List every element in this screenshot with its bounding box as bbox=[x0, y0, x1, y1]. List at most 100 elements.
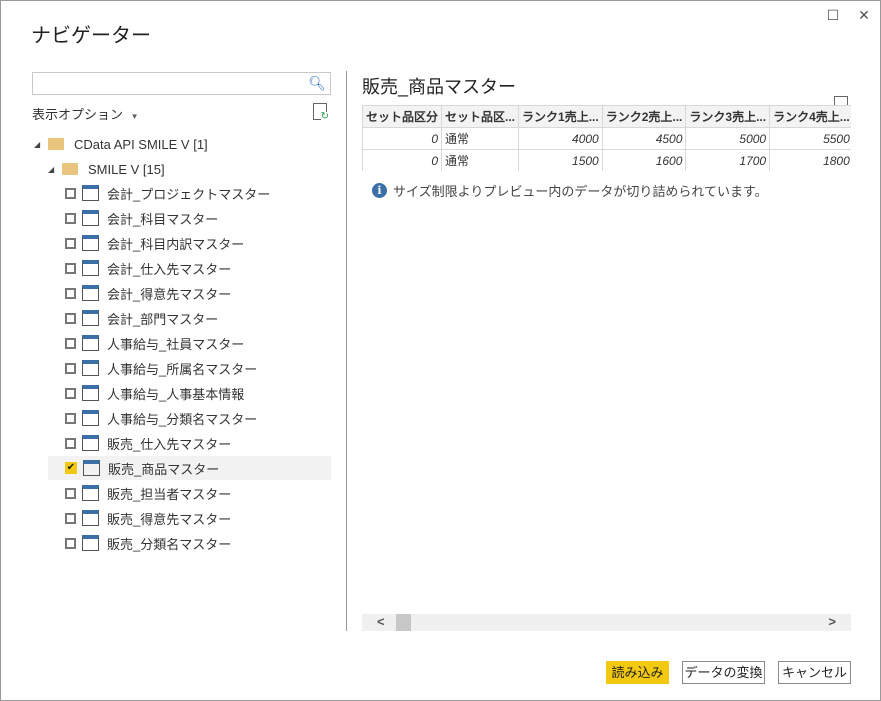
table-icon bbox=[82, 335, 99, 351]
scroll-right-icon[interactable]: > bbox=[828, 614, 836, 629]
tree-item[interactable]: 人事給与_社員マスター bbox=[48, 331, 331, 355]
tree-item[interactable]: 人事給与_所属名マスター bbox=[48, 356, 331, 380]
scroll-left-icon[interactable]: < bbox=[377, 614, 385, 629]
search-icon[interactable]: 🔍︎ bbox=[308, 75, 326, 92]
column-header[interactable]: ランク2売上... bbox=[601, 105, 687, 128]
checkbox[interactable] bbox=[65, 437, 76, 449]
folder-icon bbox=[48, 138, 64, 150]
truncation-notice-text: サイズ制限よりプレビュー内のデータが切り詰められています。 bbox=[393, 184, 768, 199]
horizontal-scrollbar[interactable]: < > bbox=[362, 614, 851, 631]
tree-item-label: 会計_仕入先マスター bbox=[107, 261, 232, 277]
tree-item[interactable]: 会計_科目内訳マスター bbox=[48, 231, 331, 255]
checkbox[interactable] bbox=[65, 212, 76, 224]
tree-item-label: 販売_得意先マスター bbox=[107, 511, 232, 527]
tree-child-label: SMILE V [15] bbox=[88, 161, 165, 177]
checkbox[interactable] bbox=[65, 487, 76, 499]
table-icon bbox=[82, 185, 99, 201]
table-icon bbox=[82, 410, 99, 426]
truncation-notice: i サイズ制限よりプレビュー内のデータが切り詰められています。 bbox=[372, 181, 768, 200]
refresh-icon[interactable]: ↻ bbox=[313, 103, 329, 122]
checkbox[interactable] bbox=[65, 262, 76, 274]
table-cell: 1500 bbox=[518, 149, 603, 171]
column-header[interactable]: ランク3売上... bbox=[685, 105, 771, 128]
column-header[interactable]: ランク1売上... bbox=[518, 105, 603, 128]
table-icon bbox=[82, 235, 99, 251]
table-cell: 1600 bbox=[601, 149, 687, 171]
tree-item-label: 会計_得意先マスター bbox=[107, 286, 232, 302]
tree-item-label: 販売_担当者マスター bbox=[107, 486, 232, 502]
maximize-button[interactable]: ☐ bbox=[823, 7, 843, 24]
tree-item-label: 会計_科目マスター bbox=[107, 211, 219, 227]
table-icon bbox=[82, 360, 99, 376]
column-header[interactable]: ランク4売上... bbox=[769, 105, 851, 128]
tree-item-label: 会計_部門マスター bbox=[107, 311, 219, 327]
tree-item[interactable]: 人事給与_人事基本情報 bbox=[48, 381, 331, 405]
table-cell: 1700 bbox=[685, 149, 771, 171]
tree-item[interactable]: 販売_仕入先マスター bbox=[48, 431, 331, 455]
table-cell: 通常 bbox=[441, 127, 520, 150]
table-icon bbox=[82, 210, 99, 226]
table-icon bbox=[82, 485, 99, 501]
info-icon: i bbox=[372, 183, 387, 198]
expand-icon[interactable]: ◢ bbox=[48, 165, 58, 174]
close-button[interactable]: ✕ bbox=[854, 7, 874, 24]
table-icon bbox=[82, 435, 99, 451]
cancel-button[interactable]: キャンセル bbox=[778, 661, 851, 684]
checkbox[interactable] bbox=[65, 237, 76, 249]
table-cell: 4500 bbox=[601, 127, 687, 150]
checkbox[interactable] bbox=[65, 287, 76, 299]
table-icon bbox=[82, 385, 99, 401]
pane-divider[interactable] bbox=[346, 71, 347, 631]
checkbox[interactable] bbox=[65, 512, 76, 524]
checkbox[interactable] bbox=[65, 537, 76, 549]
table-cell: 通常 bbox=[441, 149, 520, 171]
tree-item[interactable]: ✔ 販売_商品マスター bbox=[48, 456, 331, 480]
tree-item-label: 人事給与_人事基本情報 bbox=[107, 386, 245, 402]
transform-data-button[interactable]: データの変換 bbox=[682, 661, 765, 684]
checkbox[interactable] bbox=[65, 387, 76, 399]
tree-node-smile-v[interactable]: ◢ SMILE V [15] bbox=[48, 157, 331, 181]
table-cell: 1800 bbox=[769, 149, 851, 171]
column-header[interactable]: セット品区分 bbox=[362, 105, 443, 128]
tree-item[interactable]: 会計_プロジェクトマスター bbox=[48, 181, 331, 205]
display-options-label: 表示オプション bbox=[32, 107, 124, 122]
scrollbar-thumb[interactable] bbox=[396, 614, 411, 631]
tree-item-label: 販売_仕入先マスター bbox=[107, 436, 232, 452]
tree-item-label: 人事給与_分類名マスター bbox=[107, 411, 258, 427]
table-cell: 5500 bbox=[769, 127, 851, 150]
column-header[interactable]: セット品区... bbox=[441, 105, 520, 128]
preview-title: 販売_商品マスター bbox=[362, 77, 517, 97]
chevron-down-icon: ▼ bbox=[130, 112, 139, 121]
load-button[interactable]: 読み込み bbox=[606, 661, 669, 684]
checkbox[interactable] bbox=[65, 187, 76, 199]
checkbox[interactable] bbox=[65, 412, 76, 424]
tree-item-label: 販売_分類名マスター bbox=[107, 536, 232, 552]
tree-item-label: 会計_プロジェクトマスター bbox=[107, 186, 271, 202]
table-icon bbox=[83, 460, 100, 476]
tree-item[interactable]: 販売_得意先マスター bbox=[48, 506, 331, 530]
tree-item-label: 販売_商品マスター bbox=[108, 461, 220, 477]
checkbox[interactable] bbox=[65, 337, 76, 349]
tree-item[interactable]: 会計_部門マスター bbox=[48, 306, 331, 330]
display-options-dropdown[interactable]: 表示オプション ▼ bbox=[32, 104, 139, 123]
folder-icon bbox=[62, 163, 78, 175]
checkbox[interactable] bbox=[65, 312, 76, 324]
table-icon bbox=[82, 310, 99, 326]
tree-item[interactable]: 人事給与_分類名マスター bbox=[48, 406, 331, 430]
preview-table: セット品区分 セット品区... ランク1売上... ランク2売上... ランク3売上..… bbox=[362, 105, 851, 171]
table-icon bbox=[82, 260, 99, 276]
checkbox[interactable] bbox=[65, 362, 76, 374]
search-input[interactable]: 🔍︎ bbox=[32, 72, 331, 95]
tree-item[interactable]: 会計_得意先マスター bbox=[48, 281, 331, 305]
table-icon bbox=[82, 535, 99, 551]
tree-item[interactable]: 会計_科目マスター bbox=[48, 206, 331, 230]
tree-node-root[interactable]: ◢ CData API SMILE V [1] bbox=[34, 132, 331, 156]
tree-item-label: 人事給与_所属名マスター bbox=[107, 361, 258, 377]
tree-item-label: 人事給与_社員マスター bbox=[107, 336, 245, 352]
table-row: 0 通常 4000 4500 5000 5500 bbox=[362, 127, 851, 150]
tree-item[interactable]: 会計_仕入先マスター bbox=[48, 256, 331, 280]
tree-item[interactable]: 販売_担当者マスター bbox=[48, 481, 331, 505]
checkbox[interactable]: ✔ bbox=[65, 462, 77, 474]
tree-item[interactable]: 販売_分類名マスター bbox=[48, 531, 331, 555]
expand-icon[interactable]: ◢ bbox=[34, 140, 44, 149]
